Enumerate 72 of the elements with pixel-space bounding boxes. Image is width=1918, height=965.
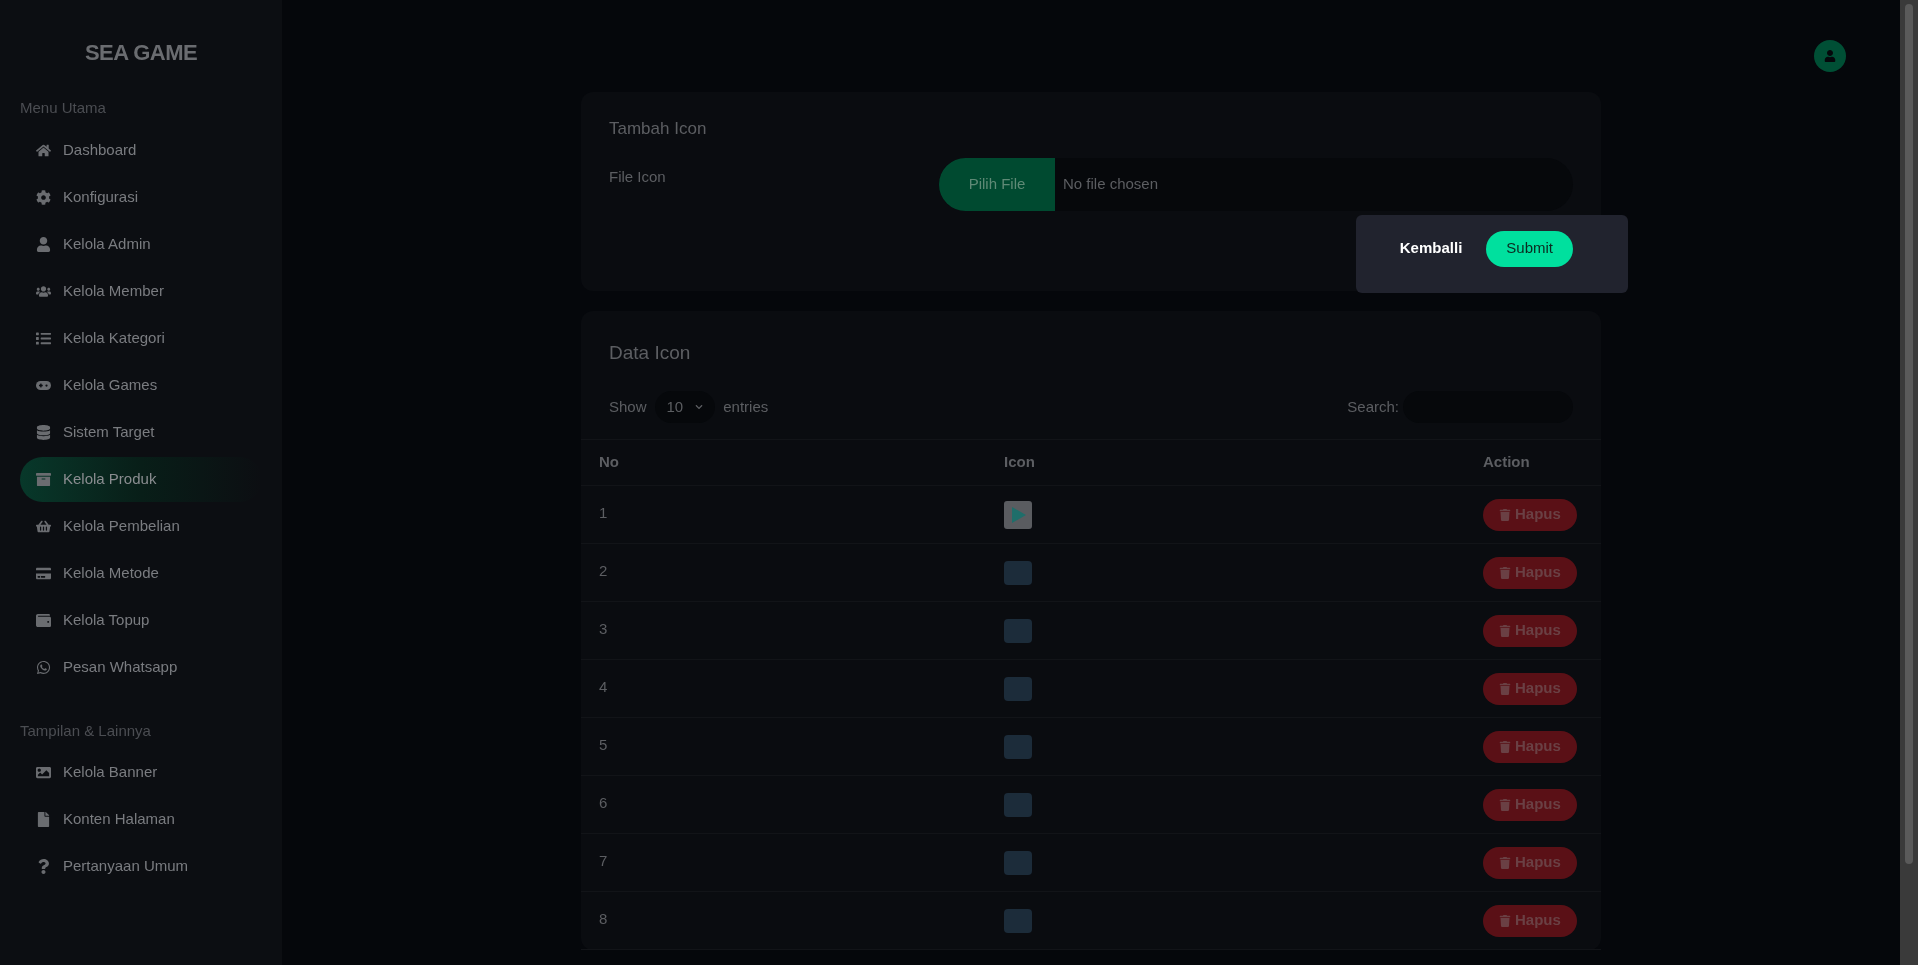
section-heading: Menu Utama — [20, 98, 107, 118]
table-cell-text: 2 — [599, 561, 609, 581]
file-status: No file chosen — [1063, 173, 1159, 194]
trash-icon — [1499, 856, 1511, 869]
table-cell-text: 3 — [599, 619, 609, 639]
sidebar-item[interactable]: Dashboard — [20, 127, 262, 173]
database-icon — [36, 424, 51, 440]
trash-icon — [1499, 566, 1511, 579]
box-icon — [36, 471, 51, 487]
column-header: Icon — [1004, 452, 1036, 473]
image-placeholder — [1004, 676, 1032, 701]
image-placeholder — [1004, 850, 1032, 875]
user-icon — [36, 236, 51, 252]
sidebar-item[interactable]: Kelola Pembelian — [20, 503, 262, 549]
entries-label: entries — [723, 396, 769, 417]
wallet-icon — [36, 612, 51, 628]
image-icon — [36, 765, 51, 780]
search-label: Search: — [1347, 396, 1399, 417]
trash-icon — [1499, 740, 1511, 753]
table-cell-text: 6 — [599, 793, 609, 813]
column-header: Action — [1483, 452, 1531, 473]
trash-icon — [1499, 508, 1511, 521]
question-icon — [36, 859, 51, 874]
table-cell-text: 5 — [599, 735, 609, 755]
sidebar-item[interactable]: Kelola Topup — [20, 597, 262, 643]
credit-card-icon — [36, 565, 51, 581]
user-icon — [1824, 50, 1836, 62]
column-header: No — [599, 452, 620, 473]
image-placeholder — [1004, 908, 1032, 933]
home-icon — [36, 142, 51, 158]
users-icon — [36, 283, 51, 299]
image-placeholder — [1004, 734, 1032, 759]
choose-file-button[interactable]: Pilih File — [939, 157, 1055, 211]
logo: SEA GAME — [84, 39, 198, 67]
sidebar-item[interactable]: Pesan Whatsapp — [20, 644, 262, 690]
sidebar-item[interactable]: Sistem Target — [20, 409, 262, 455]
table-cell-text: 7 — [599, 851, 609, 871]
table-cell-text: 8 — [599, 909, 609, 929]
table-cell-text: 1 — [599, 503, 609, 523]
section-heading: Tampilan & Lainnya — [20, 720, 152, 741]
entries-select[interactable]: 10 — [654, 391, 716, 423]
trash-icon — [1499, 682, 1511, 695]
image-placeholder — [1004, 792, 1032, 817]
sidebar-item[interactable]: Kelola Metode — [20, 550, 262, 596]
sidebar-item[interactable]: Kelola Admin — [20, 221, 262, 267]
card-title: Data Icon — [608, 340, 692, 365]
table-cell-text: 4 — [599, 677, 609, 697]
play-icon — [1004, 500, 1032, 529]
field-label: File Icon — [609, 166, 667, 187]
file-input[interactable]: Pilih File No file chosen — [939, 157, 1573, 211]
sidebar-item[interactable]: Konten Halaman — [20, 797, 262, 842]
image-placeholder — [1004, 618, 1032, 643]
avatar[interactable] — [1814, 40, 1846, 72]
card-title: Tambah Icon — [609, 118, 708, 140]
show-label: Show — [609, 396, 647, 417]
image-placeholder — [1004, 560, 1032, 585]
chat-bubble-icon — [36, 659, 51, 675]
chevron-icon — [695, 403, 704, 411]
trash-icon — [1499, 624, 1511, 637]
file-icon — [36, 812, 51, 827]
basket-icon — [36, 518, 51, 534]
sidebar-item[interactable]: Kelola Games — [20, 362, 262, 408]
sidebar-item[interactable]: Konfigurasi — [20, 174, 262, 220]
trash-icon — [1499, 914, 1511, 927]
gear-icon — [36, 189, 51, 205]
trash-icon — [1499, 798, 1511, 811]
sidebar-item[interactable]: Kelola Banner — [20, 750, 262, 795]
sidebar-item[interactable]: Pertanyaan Umum — [20, 844, 262, 889]
back-button[interactable]: Kemballi — [1399, 237, 1463, 260]
sidebar-item[interactable]: Kelola Member — [20, 268, 262, 314]
sidebar-item[interactable]: Kelola Kategori — [20, 315, 262, 361]
list-icon — [36, 330, 51, 346]
